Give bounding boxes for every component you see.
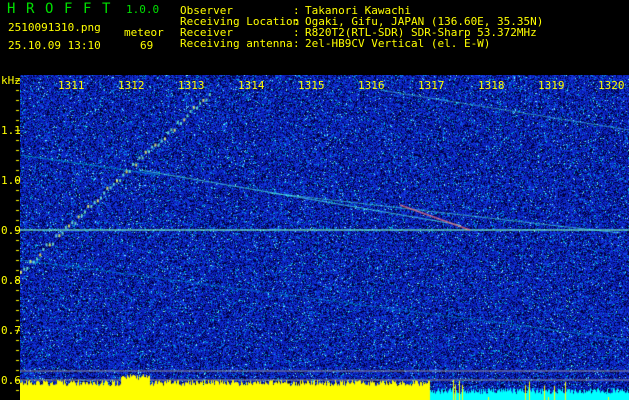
x-tick-label: 1315 [298, 79, 325, 92]
meteor-label: meteor [124, 26, 164, 39]
y-tick-marks [0, 75, 20, 400]
info-label: Receiving antenna [180, 37, 293, 50]
logo-letter: F [83, 1, 92, 17]
logo-letter: T [102, 1, 111, 17]
x-tick-label: 1319 [538, 79, 565, 92]
x-tick-label: 1317 [418, 79, 445, 92]
info-separator: : [293, 37, 300, 50]
spectrogram [20, 75, 629, 400]
file-name: 2510091310.png [8, 21, 101, 34]
info-value: 2el-HB9CV Vertical (el. E-W) [305, 37, 491, 50]
logo-letter: H [7, 1, 16, 17]
x-tick-label: 1316 [358, 79, 385, 92]
x-tick-label: 1311 [58, 79, 85, 92]
app-version: 1.0.0 [126, 3, 160, 16]
logo-letter: O [45, 1, 54, 17]
x-tick-label: 1312 [118, 79, 145, 92]
x-tick-label: 1314 [238, 79, 265, 92]
x-tick-label: 1318 [478, 79, 505, 92]
logo-letter: R [26, 1, 35, 17]
x-tick-label: 1313 [178, 79, 205, 92]
file-datetime: 25.10.09 13:10 [8, 39, 101, 52]
x-tick-label: 1320 [598, 79, 625, 92]
logo-letter: F [64, 1, 73, 17]
meteor-count: 69 [140, 39, 154, 52]
